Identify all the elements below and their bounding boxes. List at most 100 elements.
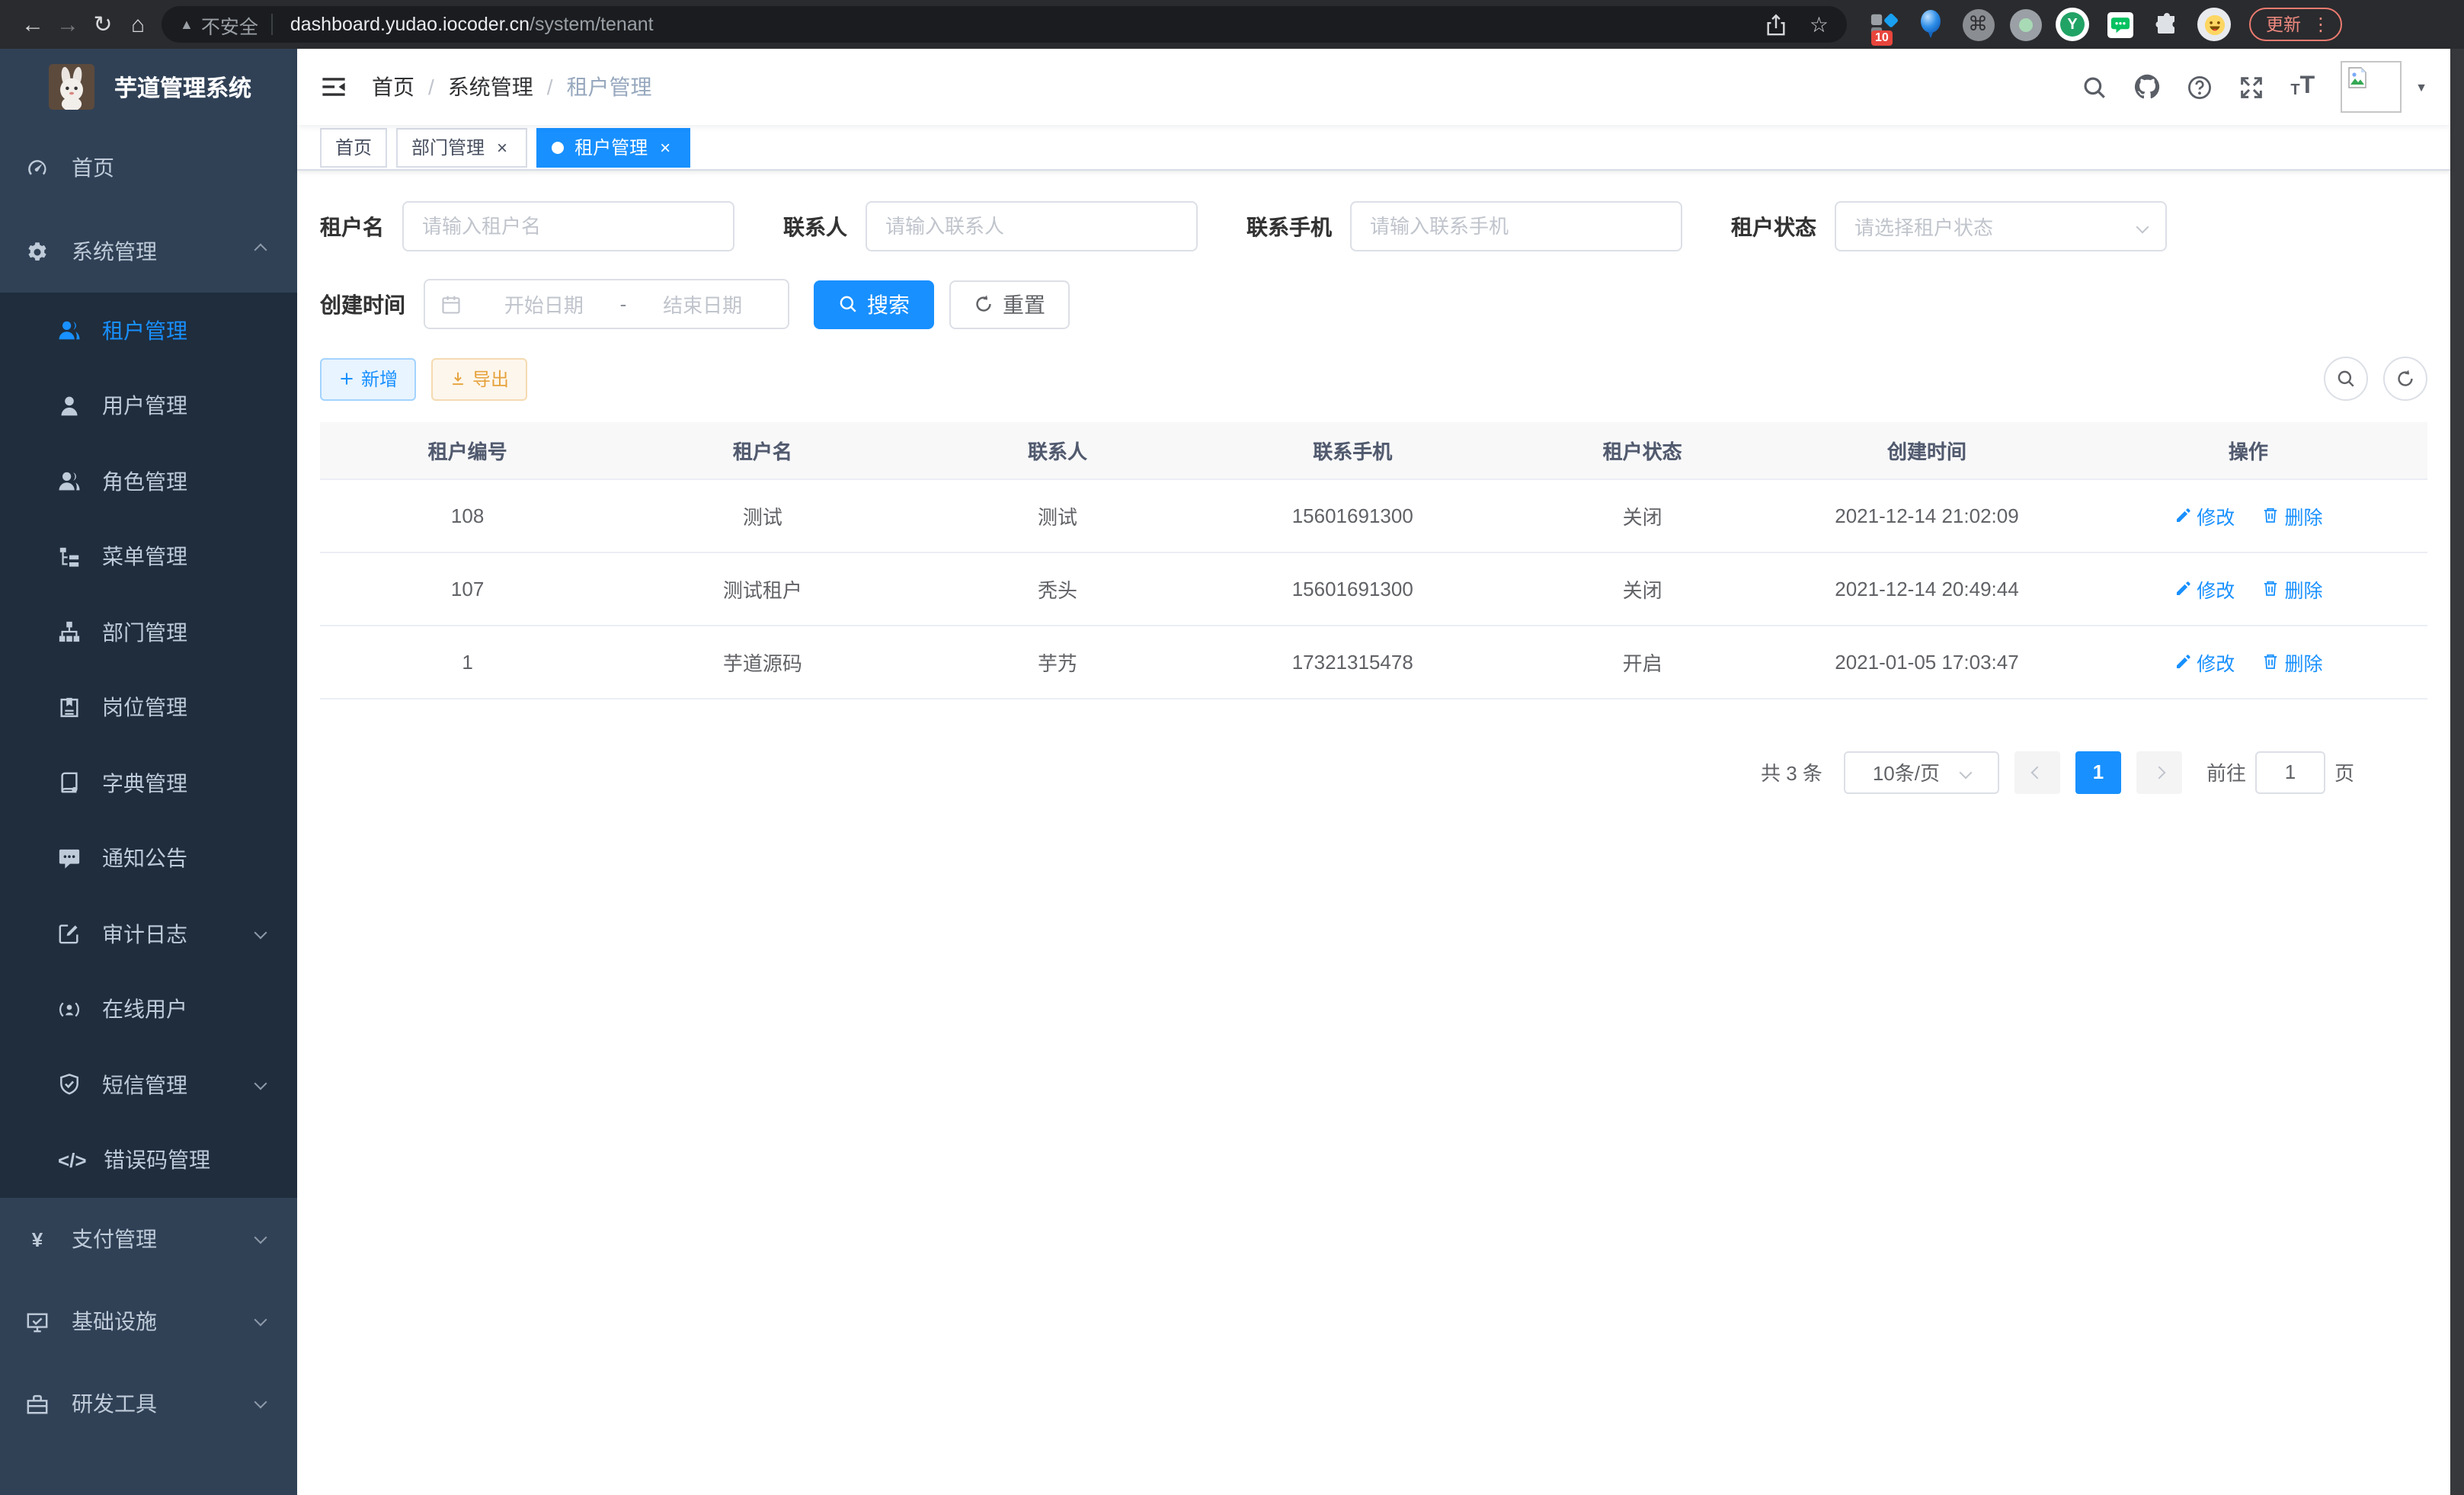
close-icon[interactable]: × xyxy=(655,136,675,158)
prev-page-button[interactable] xyxy=(2014,751,2060,793)
extension-balloon-icon[interactable] xyxy=(1914,8,1947,41)
sidebar-item-notice[interactable]: 通知公告 xyxy=(0,821,297,896)
sidebar-item-post[interactable]: 岗位管理 xyxy=(0,670,297,745)
cell-tenant-id: 1 xyxy=(320,625,615,698)
edit-link[interactable]: 修改 xyxy=(2174,574,2235,603)
extension-command-icon[interactable]: ⌘ xyxy=(1961,8,1995,41)
extension-record-icon[interactable] xyxy=(2008,8,2042,41)
sidebar-toggle-icon[interactable] xyxy=(320,73,347,101)
goto-page-input[interactable] xyxy=(2255,751,2325,793)
url-bar[interactable]: ▲ 不安全 dashboard.yudao.iocoder.cn/system/… xyxy=(162,6,1847,43)
caret-down-icon[interactable]: ▼ xyxy=(2415,80,2427,94)
fullscreen-icon[interactable] xyxy=(2238,74,2264,100)
browser-update-button[interactable]: 更新 ⋮ xyxy=(2249,8,2342,41)
delete-link[interactable]: 删除 xyxy=(2261,647,2322,676)
trash-icon xyxy=(2261,579,2280,597)
cell-actions: 修改 删除 xyxy=(2069,479,2427,552)
sidebar-item-dept[interactable]: 部门管理 xyxy=(0,594,297,670)
browser-back-icon[interactable]: ← xyxy=(15,11,50,37)
app-logo[interactable]: 芋道管理系统 xyxy=(0,49,297,125)
extension-grid-icon[interactable]: 10 xyxy=(1867,8,1900,41)
sidebar-item-audit-log[interactable]: 审计日志 xyxy=(0,896,297,972)
breadcrumb-item[interactable]: 首页 xyxy=(372,72,414,102)
share-icon[interactable] xyxy=(1765,13,1788,36)
delete-link[interactable]: 删除 xyxy=(2261,501,2322,530)
users-icon xyxy=(58,470,81,493)
profile-avatar-icon[interactable] xyxy=(2197,8,2231,41)
browser-reload-icon[interactable]: ↻ xyxy=(85,11,120,38)
bookmark-star-icon[interactable]: ☆ xyxy=(1810,11,1829,37)
sidebar-item-dev-tools[interactable]: 研发工具 xyxy=(0,1362,297,1445)
extension-y-icon[interactable]: Y xyxy=(2056,8,2089,41)
chevron-down-icon xyxy=(254,1231,267,1244)
window-scrollbar-strip[interactable] xyxy=(2450,49,2464,1495)
update-label: 更新 xyxy=(2266,12,2301,37)
delete-link[interactable]: 删除 xyxy=(2261,574,2322,603)
tab-home[interactable]: 首页 xyxy=(320,127,387,167)
current-page-button[interactable]: 1 xyxy=(2075,751,2121,793)
font-size-icon[interactable]: TT xyxy=(2290,75,2315,99)
contact-input[interactable] xyxy=(866,201,1198,251)
phone-label: 联系手机 xyxy=(1246,211,1332,242)
browser-home-icon[interactable]: ⌂ xyxy=(120,11,155,37)
tab-tenant[interactable]: 租户管理 × xyxy=(536,127,690,167)
toggle-search-button[interactable] xyxy=(2324,357,2368,401)
sidebar-item-system[interactable]: 系统管理 xyxy=(0,210,297,293)
cell-contact: 秃头 xyxy=(910,552,1205,625)
reset-button[interactable]: 重置 xyxy=(949,280,1070,328)
dashboard-icon xyxy=(26,156,49,179)
sidebar-item-payment[interactable]: ¥ 支付管理 xyxy=(0,1198,297,1280)
sidebar-item-label: 首页 xyxy=(72,152,114,183)
sidebar-item-dict[interactable]: 字典管理 xyxy=(0,745,297,821)
cell-contact: 芋艿 xyxy=(910,625,1205,698)
close-icon[interactable]: × xyxy=(492,136,512,158)
browser-forward-icon[interactable]: → xyxy=(50,11,85,37)
phone-input[interactable] xyxy=(1350,201,1682,251)
next-page-button[interactable] xyxy=(2136,751,2182,793)
refresh-table-button[interactable] xyxy=(2383,357,2427,401)
goto-label: 前往 xyxy=(2206,757,2246,786)
url-divider xyxy=(272,14,274,35)
sidebar-item-online-users[interactable]: 在线用户 xyxy=(0,972,297,1047)
cell-created: 2021-12-14 21:02:09 xyxy=(1784,479,2069,552)
date-start-placeholder: 开始日期 xyxy=(474,290,614,319)
browser-toolbar: ← → ↻ ⌂ ▲ 不安全 dashboard.yudao.iocoder.cn… xyxy=(0,0,2464,49)
security-warning-icon[interactable]: ▲ xyxy=(180,17,194,32)
tenant-name-input[interactable] xyxy=(402,201,734,251)
add-button[interactable]: 新增 xyxy=(320,357,416,400)
status-select[interactable]: 请选择租户状态 xyxy=(1835,201,2167,251)
github-icon[interactable] xyxy=(2133,73,2161,101)
column-header: 创建时间 xyxy=(1784,422,2069,479)
status-select-placeholder: 请选择租户状态 xyxy=(1854,212,1993,241)
sidebar-item-label: 系统管理 xyxy=(72,236,157,267)
breadcrumb-item-current: 租户管理 xyxy=(567,72,652,102)
help-icon[interactable] xyxy=(2187,74,2213,100)
cell-phone: 15601691300 xyxy=(1205,552,1500,625)
browser-menu-icon[interactable]: ⋮ xyxy=(2312,14,2330,35)
sidebar-item-error-code[interactable]: </> 错误码管理 xyxy=(0,1122,297,1198)
edit-link[interactable]: 修改 xyxy=(2174,647,2235,676)
extension-chat-icon[interactable] xyxy=(2103,8,2136,41)
sidebar-item-sms[interactable]: 短信管理 xyxy=(0,1047,297,1122)
sidebar-item-infrastructure[interactable]: 基础设施 xyxy=(0,1280,297,1362)
sidebar-item-label: 角色管理 xyxy=(102,466,187,497)
page-size-select[interactable]: 10条/页 xyxy=(1844,751,1999,793)
sidebar-submenu-system: 租户管理 用户管理 角色管理 菜单管理 部门管理 xyxy=(0,293,297,1198)
sidebar-item-menu[interactable]: 菜单管理 xyxy=(0,519,297,594)
edit-link[interactable]: 修改 xyxy=(2174,501,2235,530)
chevron-down-icon xyxy=(254,1396,267,1409)
user-avatar[interactable] xyxy=(2341,61,2402,113)
tab-label: 租户管理 xyxy=(574,134,648,160)
search-button[interactable]: 搜索 xyxy=(814,280,934,328)
sidebar-item-role[interactable]: 角色管理 xyxy=(0,443,297,519)
create-time-range-picker[interactable]: 开始日期 - 结束日期 xyxy=(424,279,789,329)
sidebar-item-home[interactable]: 首页 xyxy=(0,125,297,210)
sidebar-item-tenant[interactable]: 租户管理 xyxy=(0,293,297,368)
cell-status: 开启 xyxy=(1500,625,1784,698)
tab-dept[interactable]: 部门管理 × xyxy=(396,127,527,167)
search-icon[interactable] xyxy=(2082,74,2107,100)
export-button[interactable]: 导出 xyxy=(431,357,527,400)
sidebar-item-user[interactable]: 用户管理 xyxy=(0,368,297,443)
breadcrumb-item[interactable]: 系统管理 xyxy=(448,72,533,102)
extensions-puzzle-icon[interactable] xyxy=(2150,8,2184,41)
